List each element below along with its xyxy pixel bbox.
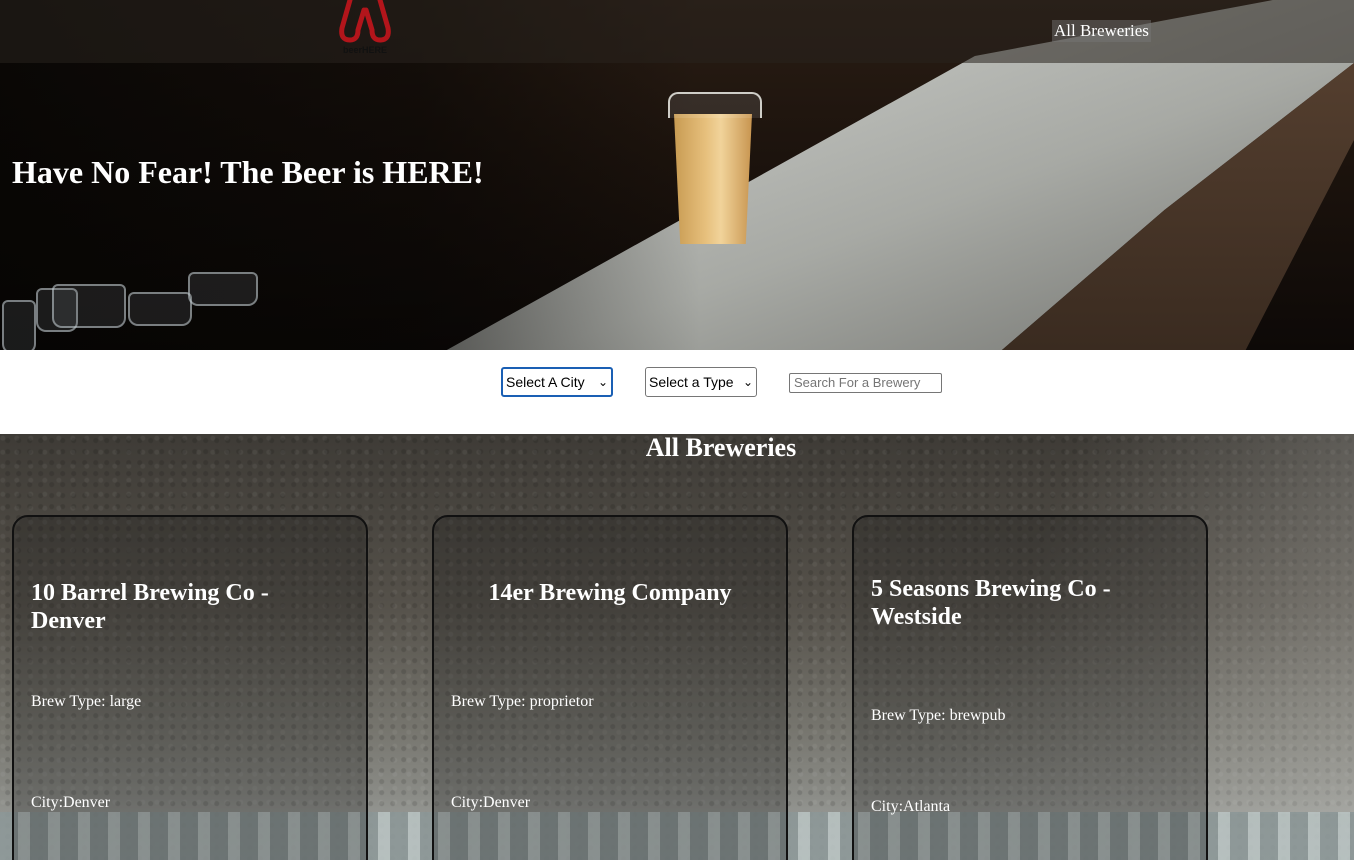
brewery-type: Brew Type: large bbox=[31, 693, 142, 710]
type-select[interactable]: Select a Type ⌄ bbox=[645, 367, 757, 397]
section-title: All Breweries bbox=[645, 434, 797, 462]
brewery-city: City:Denver bbox=[31, 794, 111, 811]
glasses-image bbox=[0, 270, 270, 350]
brewery-type: Brew Type: brewpub bbox=[871, 707, 1006, 724]
chevron-down-icon: ⌄ bbox=[597, 375, 608, 389]
brewery-card[interactable]: 10 Barrel Brewing Co - Denver Brew Type:… bbox=[12, 515, 368, 860]
search-placeholder: Search For a Brewery bbox=[794, 375, 921, 390]
hero-banner: beerHERE All Breweries Have No Fear! The… bbox=[0, 0, 1354, 350]
brewery-type: Brew Type: proprietor bbox=[451, 693, 594, 710]
brewery-card[interactable]: 5 Seasons Brewing Co - Westside Brew Typ… bbox=[852, 515, 1208, 860]
type-select-value: Select a Type bbox=[649, 374, 734, 390]
brewery-name: 14er Brewing Company bbox=[488, 580, 732, 606]
logo-text: beerHERE bbox=[343, 45, 388, 55]
brewery-name: 5 Seasons Brewing Co - Westside bbox=[871, 576, 1111, 630]
brewery-search-input[interactable]: Search For a Brewery bbox=[789, 373, 942, 393]
brewery-city: City:Atlanta bbox=[871, 798, 951, 815]
city-select-value: Select A City bbox=[506, 374, 585, 390]
brewery-card[interactable]: 14er Brewing Company Brew Type: propriet… bbox=[432, 515, 788, 860]
brewery-name: 10 Barrel Brewing Co - Denver bbox=[31, 580, 269, 634]
brewery-city: City:Denver bbox=[451, 794, 531, 811]
beer-glass-image bbox=[668, 92, 762, 248]
breweries-section: All Breweries 10 Barrel Brewing Co - Den… bbox=[0, 434, 1354, 860]
hero-title: Have No Fear! The Beer is HERE! bbox=[12, 154, 484, 190]
city-select[interactable]: Select A City ⌄ bbox=[501, 367, 613, 397]
chevron-down-icon: ⌄ bbox=[742, 375, 753, 389]
nav-all-breweries-link[interactable]: All Breweries bbox=[1052, 20, 1151, 42]
top-nav-bar bbox=[0, 0, 1354, 63]
filter-bar: Select A City ⌄ Select a Type ⌄ Search F… bbox=[0, 350, 1354, 434]
